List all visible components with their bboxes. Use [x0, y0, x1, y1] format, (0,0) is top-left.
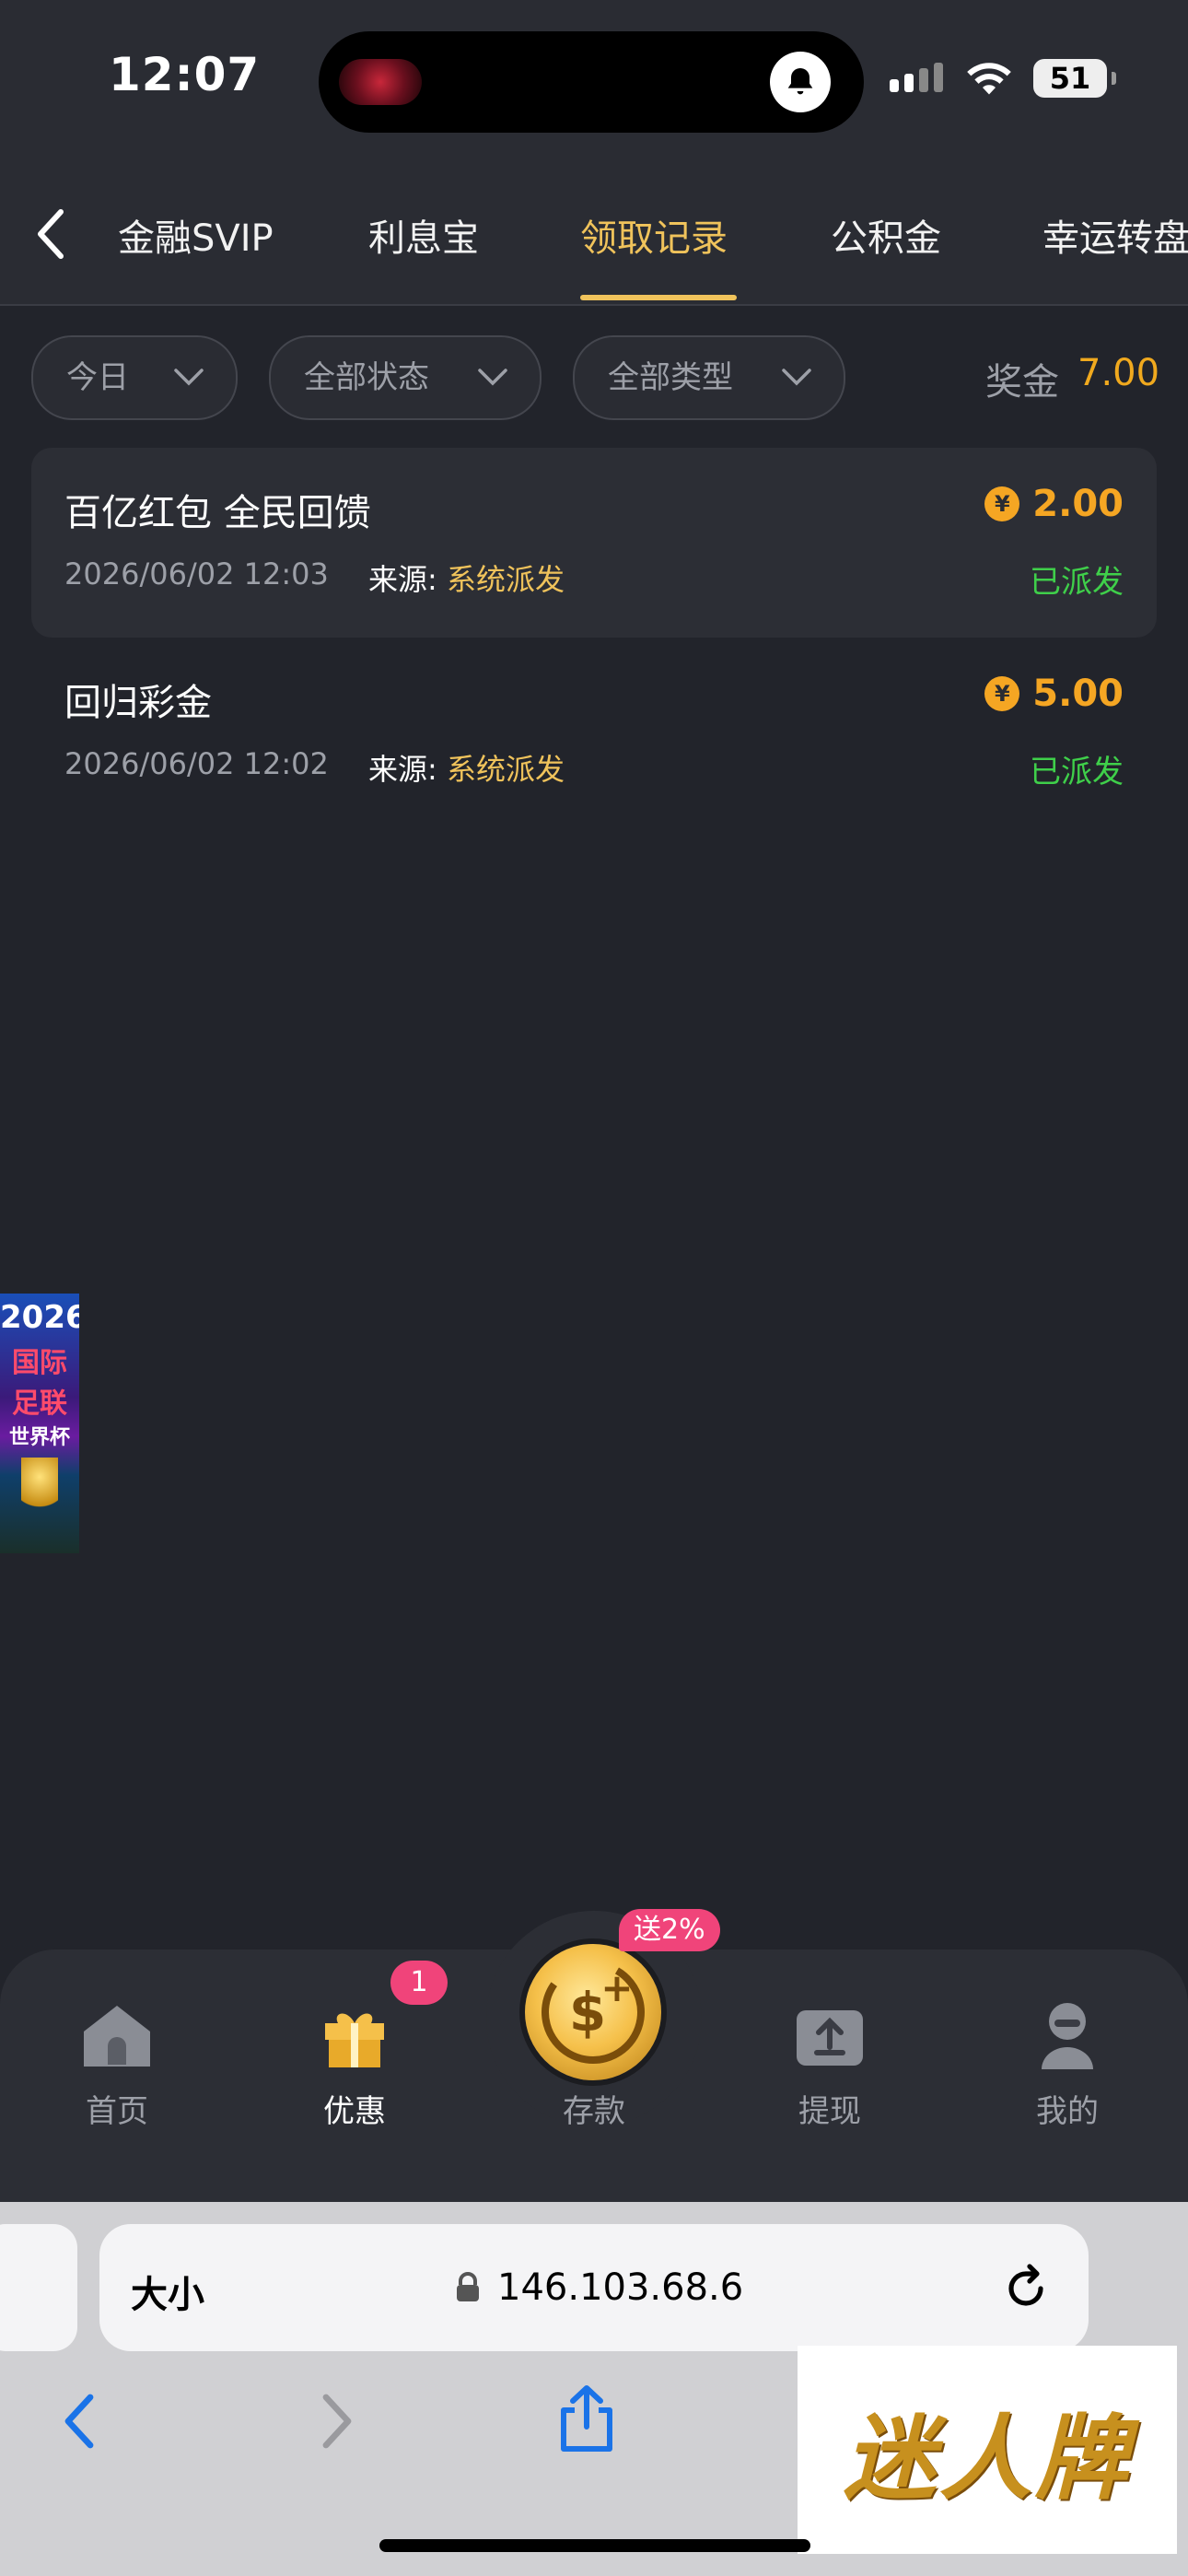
record-source-label: 来源: — [368, 752, 437, 787]
nav-promo[interactable]: 优惠 — [285, 1999, 424, 2131]
date-filter-dropdown[interactable]: 今日 — [31, 335, 238, 420]
nav-deposit[interactable]: 存款 — [525, 2073, 663, 2131]
record-title: 回归彩金 — [64, 682, 212, 724]
trophy-icon — [21, 1458, 58, 1522]
cellular-signal-icon — [890, 63, 949, 92]
wifi-icon — [963, 59, 1015, 101]
banner-year: 2026 — [0, 1299, 79, 1336]
record-date: 2026/06/02 12:03 — [64, 556, 329, 591]
record-amount-value: 5.00 — [1032, 673, 1124, 715]
record-source: 来源: 系统派发 — [368, 746, 565, 789]
nav-home[interactable]: 首页 — [48, 1999, 186, 2131]
banner-line1: 国际 — [12, 1347, 67, 1379]
tab-lucky-wheel[interactable]: 幸运转盘 — [1042, 208, 1188, 262]
withdraw-icon — [761, 1999, 899, 2073]
status-time: 12:07 — [109, 48, 261, 101]
deposit-coin-icon: $ + — [542, 1961, 645, 2064]
chevron-down-icon — [174, 369, 204, 386]
bell-icon — [770, 52, 831, 112]
coin-icon: ¥ — [984, 486, 1020, 521]
record-title: 百亿红包 全民回馈 — [64, 492, 371, 534]
tab-svip[interactable]: 金融SVIP — [118, 208, 274, 262]
record-source-value: 系统派发 — [446, 752, 565, 787]
text-size-button[interactable]: 大小 — [131, 2265, 204, 2318]
now-playing-thumbnail — [339, 59, 422, 105]
nav-mine[interactable]: 我的 — [998, 1999, 1136, 2131]
promo-count-badge: 1 — [390, 1961, 448, 2005]
svg-text:+: + — [600, 1965, 633, 2010]
record-source-label: 来源: — [368, 562, 437, 597]
tab-provident-fund[interactable]: 公积金 — [831, 208, 941, 262]
banner-line2: 足联 — [12, 1388, 67, 1420]
chevron-down-icon — [782, 369, 811, 386]
record-status: 已派发 — [1030, 564, 1124, 601]
tab-claim-records[interactable]: 领取记录 — [580, 208, 728, 262]
home-indicator — [379, 2539, 810, 2552]
record-status: 已派发 — [1030, 754, 1124, 790]
record-item: 回归彩金 ¥ 5.00 2026/06/02 12:02 来源: 系统派发 已派… — [31, 638, 1157, 827]
coin-icon: ¥ — [984, 676, 1020, 711]
record-amount-value: 2.00 — [1032, 483, 1124, 525]
record-date: 2026/06/02 12:02 — [64, 746, 329, 781]
lock-icon — [455, 2272, 481, 2307]
record-source: 来源: 系统派发 — [368, 556, 565, 599]
tab-interest[interactable]: 利息宝 — [368, 208, 479, 262]
chevron-down-icon — [478, 369, 507, 386]
type-filter-label: 全部类型 — [608, 359, 733, 396]
nav-home-label: 首页 — [86, 2093, 148, 2130]
nav-promo-label: 优惠 — [323, 2093, 386, 2130]
dynamic-island — [319, 31, 864, 133]
back-arrow-icon[interactable] — [33, 206, 70, 262]
nav-deposit-label: 存款 — [563, 2093, 625, 2130]
type-filter-dropdown[interactable]: 全部类型 — [573, 335, 845, 420]
url-text: 146.103.68.6 — [497, 2266, 744, 2309]
record-amount: ¥ 5.00 — [984, 673, 1124, 715]
world-cup-banner[interactable]: 2026 国际 足联 世界杯 — [0, 1294, 79, 1553]
home-icon — [48, 1999, 186, 2073]
deposit-button[interactable]: $ + — [525, 1944, 661, 2080]
gift-icon — [285, 1999, 424, 2073]
record-amount: ¥ 2.00 — [984, 483, 1124, 525]
reload-icon[interactable] — [1004, 2263, 1050, 2316]
battery-icon: 51 — [1033, 59, 1116, 98]
nav-withdraw[interactable]: 提现 — [761, 1999, 899, 2131]
watermark-logo: 迷人牌 — [798, 2346, 1177, 2554]
active-tab-indicator — [580, 295, 737, 300]
share-icon[interactable] — [556, 2383, 617, 2456]
browser-forward-icon[interactable] — [319, 2392, 355, 2454]
bonus-total-value: 7.00 — [1077, 352, 1160, 394]
nav-mine-label: 我的 — [1036, 2093, 1099, 2130]
watermark-text: 迷人牌 — [844, 2403, 1131, 2512]
browser-back-icon[interactable] — [61, 2392, 98, 2454]
nav-withdraw-label: 提现 — [798, 2093, 861, 2130]
record-item: 百亿红包 全民回馈 ¥ 2.00 2026/06/02 12:03 来源: 系统… — [31, 448, 1157, 638]
deposit-bonus-badge: 送2% — [619, 1909, 720, 1951]
user-icon — [998, 1999, 1136, 2073]
status-filter-label: 全部状态 — [304, 359, 429, 396]
previous-tab-card[interactable] — [0, 2224, 77, 2351]
status-filter-dropdown[interactable]: 全部状态 — [269, 335, 542, 420]
bonus-total-label: 奖金 — [985, 361, 1059, 404]
record-source-value: 系统派发 — [446, 562, 565, 597]
date-filter-label: 今日 — [66, 359, 129, 396]
banner-line3: 世界杯 — [8, 1426, 70, 1449]
